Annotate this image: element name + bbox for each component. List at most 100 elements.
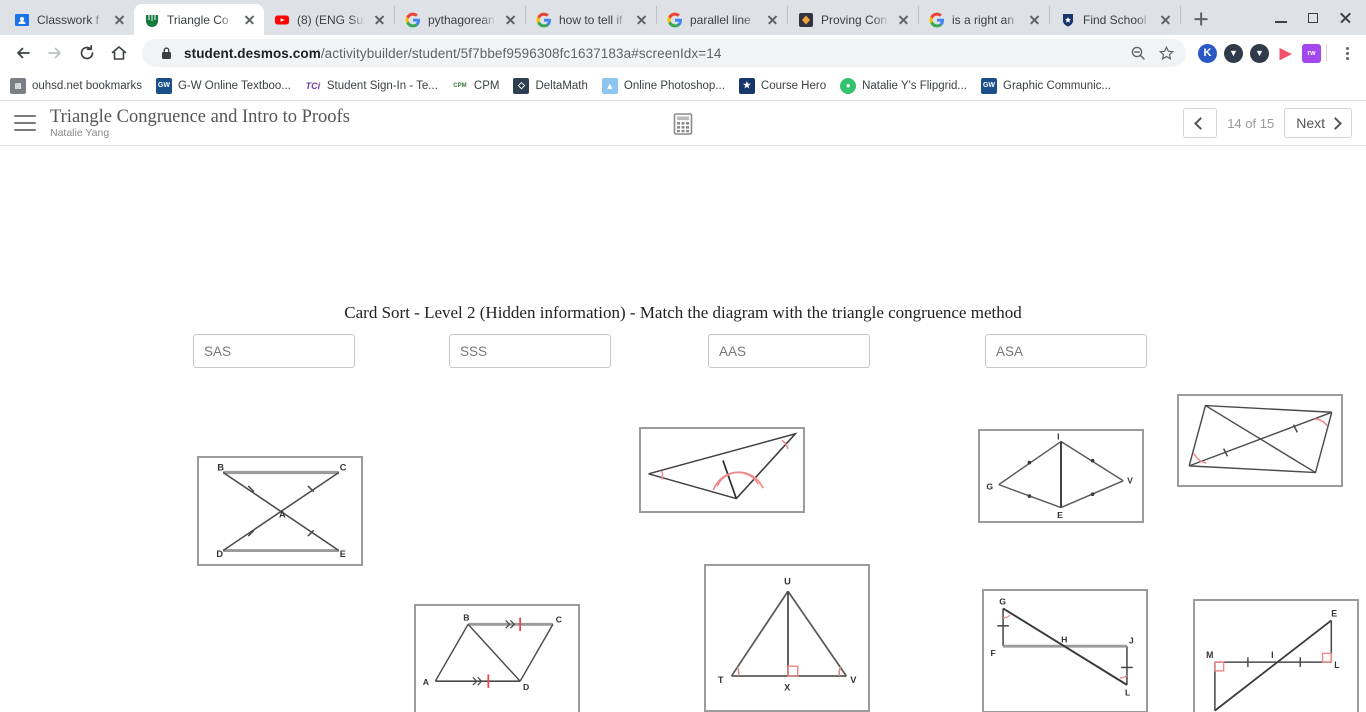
card-abcd-parallelogram[interactable]: B C A D (414, 604, 580, 712)
activity-title-block: Triangle Congruence and Intro to Proofs … (50, 107, 350, 140)
youtube-icon (275, 15, 289, 24)
vertex-label-e: E (1057, 510, 1063, 520)
chevron-left-icon (1193, 116, 1207, 130)
browser-tab-8[interactable]: Find School (1050, 4, 1180, 35)
browser-tab-label: (8) (ENG Sub (297, 12, 365, 27)
browser-tab-7[interactable]: is a right an (919, 4, 1049, 35)
bookmark-item[interactable]: ● Natalie Y's Flipgrid... (840, 77, 967, 94)
category-slot-sas[interactable]: SAS (193, 334, 355, 368)
google-icon (929, 12, 944, 27)
card-give-kite[interactable]: I G V E (978, 429, 1144, 523)
vertex-label-g: G (986, 481, 993, 491)
category-slot-asa[interactable]: ASA (985, 334, 1147, 368)
browser-tab-label: Classwork f (37, 12, 100, 27)
folder-icon: ▤ (10, 77, 26, 94)
gw-icon: GW (155, 77, 172, 94)
lock-icon (156, 43, 176, 63)
card-gfhjl-z-figure[interactable]: G F H J L (982, 589, 1148, 712)
tab-close-icon[interactable] (634, 12, 650, 28)
shield-extension-icon[interactable]: ▼ (1224, 43, 1243, 63)
tab-close-icon[interactable] (1158, 12, 1174, 28)
new-tab-button[interactable] (1187, 5, 1215, 33)
bookmark-item[interactable]: ▲ Online Photoshop... (601, 77, 725, 94)
bookmark-item[interactable]: TCi Student Sign-In - Te... (305, 78, 438, 94)
minimize-button[interactable] (1266, 5, 1296, 31)
card-smile-right-angles[interactable]: E M I L S (1193, 599, 1359, 712)
classroom-icon (15, 13, 29, 26)
category-slot-label: ASA (996, 343, 1024, 359)
browser-tab-0[interactable]: Classwork f (4, 4, 134, 35)
browser-tab-1[interactable]: Triangle Co (134, 4, 264, 35)
tab-separator (1180, 5, 1181, 24)
bookmark-item[interactable]: GW G-W Online Textboo... (155, 77, 291, 94)
menu-button[interactable] (14, 115, 36, 131)
browser-tab-6[interactable]: Proving Con (788, 4, 918, 35)
category-slot-sss[interactable]: SSS (449, 334, 611, 368)
bookmark-item[interactable]: ◇ DeltaMath (513, 77, 588, 94)
bookmark-label: Student Sign-In - Te... (326, 79, 438, 92)
category-slot-aas[interactable]: AAS (708, 334, 870, 368)
bookmark-item[interactable]: ★ Course Hero (738, 77, 826, 94)
card-bowtie-angles-ticks[interactable] (1177, 394, 1343, 487)
url-text: student.desmos.com/activitybuilder/stude… (184, 46, 1120, 61)
card-two-triangles-angles[interactable] (639, 427, 805, 513)
play-extension-icon[interactable]: ▶ (1276, 44, 1295, 63)
bookmark-label: G-W Online Textboo... (177, 79, 291, 92)
tab-close-icon[interactable] (112, 12, 128, 28)
next-screen-button[interactable]: Next (1284, 108, 1352, 138)
back-button[interactable] (8, 38, 38, 68)
close-window-button[interactable] (1330, 5, 1360, 31)
shield2-extension-icon[interactable]: ▼ (1250, 43, 1269, 63)
vertex-label-b: B (217, 463, 224, 473)
toolbar-separator (1326, 44, 1327, 62)
vertex-label-d: D (216, 549, 223, 559)
bookmark-label: Graphic Communic... (1003, 79, 1112, 92)
chrome-menu-button[interactable] (1336, 39, 1358, 67)
card-tuv-isosceles[interactable]: U T X V (704, 564, 870, 712)
vertex-label-u: U (784, 576, 791, 586)
kami-extension-icon[interactable]: K (1198, 43, 1217, 63)
bookmark-item[interactable]: CPM CPM (452, 78, 499, 94)
bookmark-star-icon[interactable] (1156, 43, 1176, 63)
browser-tab-2[interactable]: (8) (ENG Sub (264, 4, 394, 35)
address-bar[interactable]: student.desmos.com/activitybuilder/stude… (142, 39, 1186, 67)
calculator-icon[interactable] (671, 112, 695, 136)
card-sort-screen: Card Sort - Level 2 (Hidden information)… (0, 146, 1366, 712)
maximize-button[interactable] (1298, 5, 1328, 31)
extensions-bar: K ▼ ▼ ▶ rw (1194, 43, 1321, 63)
vertex-label-x: X (784, 683, 791, 693)
forward-button[interactable] (40, 38, 70, 68)
browser-tab-4[interactable]: how to tell if (526, 4, 656, 35)
browser-toolbar: student.desmos.com/activitybuilder/stude… (0, 35, 1366, 71)
home-button[interactable] (104, 38, 134, 68)
browser-tab-3[interactable]: pythagorean (395, 4, 525, 35)
bookmark-item[interactable]: ▤ ouhsd.net bookmarks (10, 77, 142, 94)
diagram-abcd: B C A D (423, 612, 563, 692)
activity-author: Natalie Yang (50, 126, 110, 139)
vertex-label-f: F (990, 648, 995, 658)
tab-close-icon[interactable] (1027, 12, 1043, 28)
category-slots: SAS SSS AAS ASA (0, 334, 1366, 368)
page-navigation: 14 of 15 Next (1183, 108, 1352, 138)
zoom-out-icon[interactable] (1128, 43, 1148, 63)
bookmark-label: Online Photoshop... (623, 79, 725, 92)
card-bcde-x-figure[interactable]: B C A D E (197, 456, 363, 566)
vertex-label-e: E (1331, 609, 1337, 619)
tab-close-icon[interactable] (372, 12, 388, 28)
rw-extension-icon[interactable]: rw (1302, 43, 1321, 63)
tab-close-icon[interactable] (503, 12, 519, 28)
previous-screen-button[interactable] (1183, 108, 1218, 138)
tab-close-icon[interactable] (242, 12, 258, 28)
bookmark-label: DeltaMath (535, 79, 588, 92)
browser-tab-5[interactable]: parallel line (657, 4, 787, 35)
vertex-label-d: D (523, 682, 529, 692)
diagram-two-triangles (648, 432, 798, 500)
browser-tab-label: pythagorean (428, 12, 495, 27)
reload-button[interactable] (72, 38, 102, 68)
bookmark-item[interactable]: GW Graphic Communic... (981, 77, 1112, 94)
tab-close-icon[interactable] (896, 12, 912, 28)
bookmark-label: Natalie Y's Flipgrid... (862, 79, 967, 92)
photo-icon: ▲ (601, 77, 618, 94)
tab-close-icon[interactable] (765, 12, 781, 28)
shield-star-icon (1063, 13, 1073, 26)
